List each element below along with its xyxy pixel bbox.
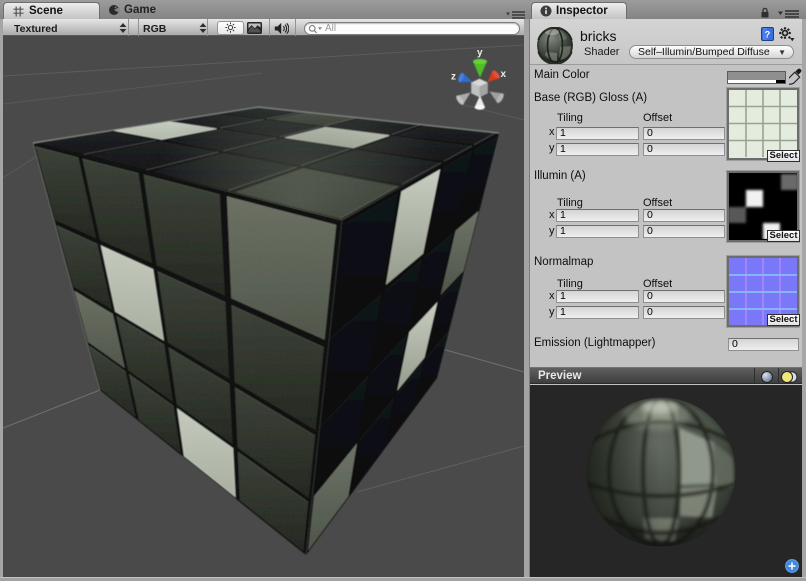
svg-text:y: y	[477, 48, 483, 59]
svg-text:?: ?	[765, 30, 771, 40]
svg-text:x: x	[501, 69, 507, 80]
svg-text:z: z	[451, 72, 456, 83]
